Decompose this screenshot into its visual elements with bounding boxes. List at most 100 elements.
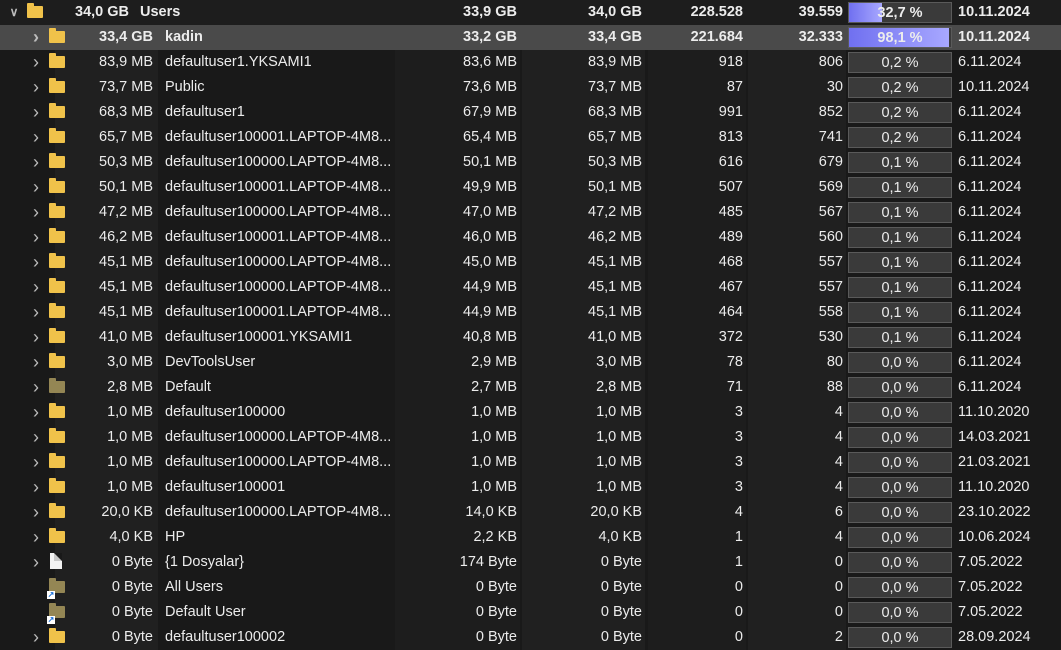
date-cell: 6.11.2024 (958, 354, 1022, 370)
percent-text: 0,1 % (881, 280, 919, 296)
chevron-right-icon[interactable]: › (29, 625, 43, 650)
tree-row[interactable]: ↗ 0 Byte All Users 0 Byte 0 Byte 0 0 0,0 % 7.05.… (0, 575, 1061, 600)
tree-row[interactable]: › 45,1 MB defaultuser100000.LAPTOP-4M8... 4… (0, 275, 1061, 300)
chevron-right-icon[interactable]: › (29, 325, 43, 350)
chevron-down-icon[interactable]: ∨ (7, 0, 21, 25)
folders-count-cell: 567 (818, 204, 843, 220)
disk-size-cell: 0 Byte (600, 629, 642, 645)
tree-row[interactable]: › 0 Byte {1 Dosyalar} 174 Byte 0 Byte 1 0 0,0 %… (0, 550, 1061, 575)
disk-size-cell: 65,7 MB (588, 129, 642, 145)
name-cell: defaultuser1.YKSAMI1 (165, 54, 312, 70)
tree-row[interactable]: › 65,7 MB defaultuser100001.LAPTOP-4M8... 6… (0, 125, 1061, 150)
chevron-right-icon[interactable]: › (29, 475, 43, 500)
chevron-right-icon[interactable]: › (29, 175, 43, 200)
percent-bar: 0,1 % (848, 227, 952, 248)
chevron-right-icon[interactable]: › (29, 450, 43, 475)
tree-row[interactable]: › 2,8 MB Default 2,7 MB 2,8 MB 71 88 0,0 % 6.11.… (0, 375, 1061, 400)
folders-count-cell: 806 (818, 54, 843, 70)
chevron-right-icon[interactable]: › (29, 125, 43, 150)
chevron-right-icon[interactable]: › (29, 425, 43, 450)
tree-row[interactable]: › 4,0 KB HP 2,2 KB 4,0 KB 1 4 0,0 % 10.06.2024 (0, 525, 1061, 550)
date-cell: 21.03.2021 (958, 454, 1031, 470)
tree-row[interactable]: › 41,0 MB defaultuser100001.YKSAMI1 40,8 MB… (0, 325, 1061, 350)
percent-text: 0,0 % (881, 430, 919, 446)
files-count-cell: 918 (718, 54, 743, 70)
percent-bar: 0,1 % (848, 277, 952, 298)
percent-text: 0,0 % (881, 605, 919, 621)
chevron-right-icon[interactable]: › (29, 550, 43, 575)
tree-row[interactable]: › 68,3 MB defaultuser1 67,9 MB 68,3 MB 991 852… (0, 100, 1061, 125)
files-count-cell: 0 (734, 604, 743, 620)
allocated-cell: 50,1 MB (463, 154, 517, 170)
tree-row[interactable]: › 1,0 MB defaultuser100000.LAPTOP-4M8... 1,… (0, 425, 1061, 450)
tree-row[interactable]: › 46,2 MB defaultuser100001.LAPTOP-4M8... 4… (0, 225, 1061, 250)
tree-row[interactable]: › 50,1 MB defaultuser100001.LAPTOP-4M8... 4… (0, 175, 1061, 200)
tree-row[interactable]: › 1,0 MB defaultuser100001 1,0 MB 1,0 MB 3 4 0,… (0, 475, 1061, 500)
chevron-right-icon[interactable]: › (29, 50, 43, 75)
chevron-right-icon[interactable]: › (29, 525, 43, 550)
percent-text: 0,0 % (881, 355, 919, 371)
size-cell: 83,9 MB (99, 54, 153, 70)
chevron-right-icon[interactable]: › (29, 500, 43, 525)
date-cell: 7.05.2022 (958, 579, 1023, 595)
percent-text: 0,0 % (881, 530, 919, 546)
chevron-right-icon[interactable]: › (29, 300, 43, 325)
allocated-cell: 1,0 MB (471, 429, 517, 445)
allocated-cell: 14,0 KB (465, 504, 517, 520)
tree-row[interactable]: › 1,0 MB defaultuser100000 1,0 MB 1,0 MB 3 4 0,… (0, 400, 1061, 425)
size-cell: 1,0 MB (107, 404, 153, 420)
percent-text: 0,2 % (881, 130, 919, 146)
name-cell: defaultuser100000.LAPTOP-4M8... (165, 204, 390, 220)
date-cell: 10.11.2024 (958, 4, 1030, 20)
percent-bar: 0,1 % (848, 252, 952, 273)
percent-bar: 0,2 % (848, 127, 952, 148)
files-count-cell: 221.684 (690, 29, 743, 45)
folders-count-cell: 4 (834, 404, 843, 420)
tree-row[interactable]: › 3,0 MB DevToolsUser 2,9 MB 3,0 MB 78 80 0,0 %… (0, 350, 1061, 375)
size-cell: 4,0 KB (109, 529, 153, 545)
chevron-right-icon[interactable]: › (29, 250, 43, 275)
tree-row[interactable]: › 73,7 MB Public 73,6 MB 73,7 MB 87 30 0,2 % 10.… (0, 75, 1061, 100)
allocated-cell: 45,0 MB (463, 254, 517, 270)
size-cell: 68,3 MB (99, 104, 153, 120)
percent-bar: 0,1 % (848, 177, 952, 198)
chevron-right-icon[interactable]: › (29, 75, 43, 100)
allocated-cell: 174 Byte (459, 554, 517, 570)
size-cell: 1,0 MB (107, 429, 153, 445)
files-count-cell: 3 (734, 479, 743, 495)
chevron-right-icon[interactable]: › (29, 225, 43, 250)
tree-row[interactable]: ∨ 34,0 GB Users 33,9 GB 34,0 GB 228.528 39.559… (0, 0, 1061, 25)
tree-row[interactable]: › 20,0 KB defaultuser100000.LAPTOP-4M8... 1… (0, 500, 1061, 525)
files-count-cell: 71 (726, 379, 743, 395)
name-cell: kadin (165, 29, 203, 45)
tree-row[interactable]: › 47,2 MB defaultuser100000.LAPTOP-4M8... 4… (0, 200, 1061, 225)
tree-row[interactable]: › 83,9 MB defaultuser1.YKSAMI1 83,6 MB 83,9 … (0, 50, 1061, 75)
chevron-right-icon[interactable]: › (29, 200, 43, 225)
date-cell: 6.11.2024 (958, 54, 1022, 70)
tree-row[interactable]: › 0 Byte defaultuser100002 0 Byte 0 Byte 0 2 0,… (0, 625, 1061, 650)
chevron-right-icon[interactable]: › (29, 100, 43, 125)
tree-row[interactable]: › 1,0 MB defaultuser100000.LAPTOP-4M8... 1,… (0, 450, 1061, 475)
tree-row[interactable]: › 45,1 MB defaultuser100001.LAPTOP-4M8... 4… (0, 300, 1061, 325)
files-count-cell: 489 (718, 229, 743, 245)
chevron-right-icon[interactable]: › (29, 400, 43, 425)
disk-size-cell: 2,8 MB (596, 379, 642, 395)
chevron-right-icon[interactable]: › (29, 375, 43, 400)
chevron-right-icon[interactable]: › (29, 150, 43, 175)
chevron-right-icon[interactable]: › (29, 25, 43, 50)
percent-text: 0,2 % (881, 80, 919, 96)
tree-row[interactable]: › 45,1 MB defaultuser100000.LAPTOP-4M8... 4… (0, 250, 1061, 275)
tree-row[interactable]: ↗ 0 Byte Default User 0 Byte 0 Byte 0 0 0,0 % 7.… (0, 600, 1061, 625)
tree-row[interactable]: › 50,3 MB defaultuser100000.LAPTOP-4M8... 5… (0, 150, 1061, 175)
chevron-right-icon[interactable]: › (29, 350, 43, 375)
folders-count-cell: 6 (834, 504, 843, 520)
percent-bar: 0,0 % (848, 427, 952, 448)
folder-tree-table: ∨ 34,0 GB Users 33,9 GB 34,0 GB 228.528 39.559… (0, 0, 1061, 650)
chevron-right-icon[interactable]: › (29, 275, 43, 300)
date-cell: 10.11.2024 (958, 79, 1030, 95)
percent-bar: 0,0 % (848, 552, 952, 573)
date-cell: 14.03.2021 (958, 429, 1031, 445)
tree-row[interactable]: › 33,4 GB kadin 33,2 GB 33,4 GB 221.684 32.333… (0, 25, 1061, 50)
files-count-cell: 464 (718, 304, 743, 320)
date-cell: 6.11.2024 (958, 129, 1022, 145)
